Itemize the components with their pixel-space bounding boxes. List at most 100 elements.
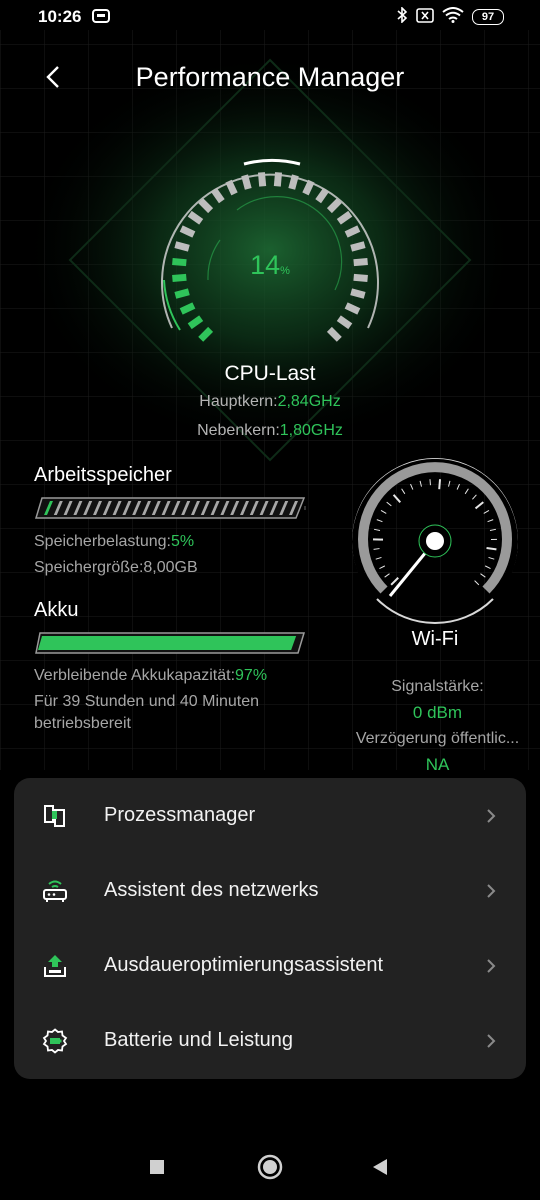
cpu-gauge-tick (187, 210, 204, 225)
wifi-gauge-tick (375, 556, 382, 560)
cpu-gauge-tick (172, 273, 187, 283)
wifi-signal-value: 0 dBm (412, 703, 463, 722)
cpu-gauge-tick (315, 187, 330, 204)
wifi-gauge-tick (380, 510, 387, 514)
wifi-gauge-tick (386, 501, 392, 507)
wifi-gauge (352, 458, 518, 624)
cpu-gauge-tick (179, 225, 196, 238)
main-core-line: Hauptkern:2,84GHz (0, 393, 540, 411)
page-title: Performance Manager (135, 62, 405, 92)
battery-capacity-label: Verbleibende Akkukapazität: (34, 667, 236, 684)
memory-size-line: Speichergröße:8,00GB (34, 559, 198, 577)
cpu-gauge-tick (353, 257, 368, 267)
wifi-gauge-tick (410, 483, 414, 490)
battery-title: Akku (34, 599, 79, 621)
cpu-gauge-tick (326, 326, 342, 342)
menu-item-label: Assistent des netzwerks (104, 879, 319, 901)
cpu-gauge-tick (350, 241, 366, 252)
battery-icon: 97 (472, 8, 504, 25)
cpu-gauge-tick (326, 198, 342, 214)
wifi-gauge-tick (401, 488, 406, 495)
wifi-gauge-tick (474, 580, 480, 586)
menu-item-battery-performance[interactable]: Batterie und Leistung (14, 1003, 526, 1078)
main-core-label: Hauptkern: (199, 393, 278, 410)
wifi-gauge-tick (456, 483, 460, 490)
memory-load-bar (34, 497, 306, 519)
battery-capacity-value: 97% (235, 667, 268, 684)
secondary-core-value: 1,80GHz (279, 422, 343, 439)
bluetooth-icon (396, 6, 408, 26)
cpu-gauge-tick (350, 288, 366, 299)
cpu-gauge-tick (198, 326, 214, 342)
menu-item-label: Prozessmanager (104, 804, 256, 826)
cpu-gauge-tick (172, 257, 187, 267)
wifi-delay-value: NA (425, 755, 450, 774)
battery-capacity-line: Verbleibende Akkukapazität:97% (34, 667, 267, 685)
chevron-right-icon (487, 883, 496, 898)
wifi-gauge-tick (376, 519, 383, 523)
battery-runtime-line2: betriebsbereit (34, 715, 131, 732)
tools-menu: Prozessmanager Assistent des netzwerks A… (14, 778, 526, 1079)
status-time: 10:26 (38, 7, 82, 26)
menu-item-endurance-assistant[interactable]: Ausdaueroptimierungsassistent (14, 928, 526, 1003)
memory-size-value: 8,00GB (143, 559, 198, 576)
home-button[interactable] (257, 1154, 283, 1185)
memory-load-label: Speicherbelastung: (34, 533, 171, 550)
cpu-gauge-tick (336, 315, 353, 330)
cpu-label: CPU-Last (224, 362, 316, 385)
cpu-gauge-tick (344, 225, 361, 238)
memory-size-label: Speichergröße: (34, 559, 144, 576)
wifi-gauge-tick (486, 547, 497, 551)
cpu-gauge-tick (225, 179, 238, 196)
memory-title: Arbeitsspeicher (34, 464, 172, 486)
cpu-gauge-tick (257, 172, 267, 187)
wifi-gauge-tick (390, 577, 399, 586)
wifi-gauge-tick (384, 573, 390, 578)
wifi-gauge-tick (379, 565, 386, 569)
cpu-gauge-tick (336, 210, 353, 225)
menu-item-process-manager[interactable]: Prozessmanager (14, 778, 526, 853)
wifi-delay-label: Verzögerung öffentlic... (355, 730, 520, 747)
no-sim-icon (416, 7, 434, 26)
secondary-core-label: Nebenkern: (197, 422, 280, 439)
square-icon (150, 1160, 164, 1174)
battery-capacity-bar (35, 632, 306, 654)
wifi-label: Wi-Fi (411, 628, 459, 650)
wifi-gauge-tick (392, 494, 402, 503)
cpu-gauge-tick (288, 174, 299, 190)
wifi-gauge-tick (472, 494, 477, 500)
cpu-gauge-tick (198, 198, 214, 214)
recents-button[interactable] (149, 1159, 165, 1180)
cpu-gauge-tick (302, 179, 315, 196)
chevron-right-icon (487, 958, 496, 973)
memory-load-value: 5% (170, 533, 195, 550)
cpu-gauge-tick (174, 241, 190, 252)
menu-item-label: Ausdaueroptimierungsassistent (104, 954, 384, 976)
wifi-gauge-tick (487, 519, 494, 523)
wifi-gauge-tick (488, 556, 495, 560)
cpu-gauge-tick (273, 172, 283, 187)
wifi-gauge-tick (448, 480, 451, 487)
chevron-right-icon (487, 1033, 496, 1048)
chevron-right-icon (487, 808, 496, 823)
cpu-load-unit: % (280, 265, 290, 277)
process-manager-icon (40, 801, 70, 831)
menu-item-label: Batterie und Leistung (104, 1029, 294, 1051)
secondary-core-line: Nebenkern:1,80GHz (0, 422, 540, 440)
back-nav-button[interactable] (371, 1158, 389, 1181)
cpu-gauge-tick (241, 174, 252, 190)
battery-runtime-line1: Für 39 Stunden und 40 Minuten (34, 693, 260, 710)
wifi-gauge-tick (438, 479, 442, 490)
cpu-gauge-tick (174, 288, 190, 299)
screen-record-icon (92, 9, 110, 28)
wifi-gauge-tick (474, 501, 484, 510)
cpu-load-number: 14 (250, 250, 281, 280)
cpu-gauge-tick (187, 315, 204, 330)
menu-item-network-assistant[interactable]: Assistent des netzwerks (14, 853, 526, 928)
endurance-upload-icon (40, 951, 70, 981)
cpu-load-value: 14% (220, 250, 320, 281)
main-core-value: 2,84GHz (277, 393, 341, 410)
network-router-icon (40, 876, 70, 906)
circle-icon (257, 1154, 283, 1180)
cpu-gauge-tick (344, 302, 361, 315)
